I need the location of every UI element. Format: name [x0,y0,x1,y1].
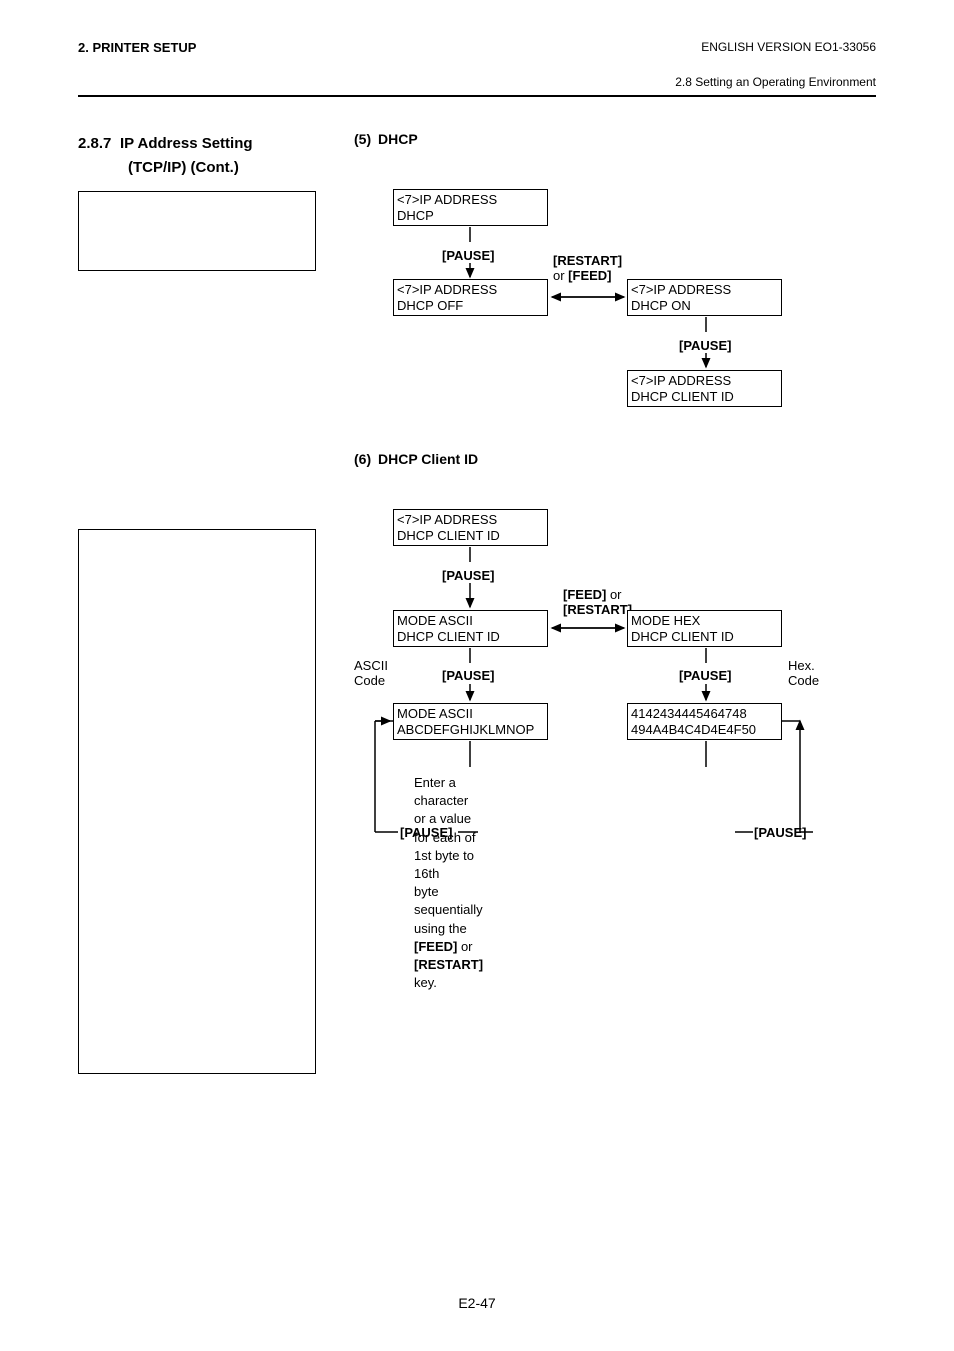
header-left: 2. PRINTER SETUP [78,40,196,55]
header-right: ENGLISH VERSION EO1-33056 [701,40,876,54]
d6-box2-l1: MODE ASCII [397,613,544,629]
d6-feed-restart: [FEED] or [RESTART] [563,587,632,617]
d6-box4: MODE ASCII ABCDEFGHIJKLMNOP [393,703,548,740]
note-box-small [78,191,316,271]
sub5-title: DHCP [378,131,418,147]
d6-box3-l1: MODE HEX [631,613,778,629]
d6-box5-l1: 4142434445464748 [631,706,778,722]
d6-box1-l1: <7>IP ADDRESS [397,512,544,528]
d5-box3-l1: <7>IP ADDRESS [631,282,778,298]
d5-box4-l2: DHCP CLIENT ID [631,389,778,405]
d5-box2: <7>IP ADDRESS DHCP OFF [393,279,548,316]
d6-pause1: [PAUSE] [442,568,494,583]
d5-box1-l1: <7>IP ADDRESS [397,192,544,208]
d5-box2-l1: <7>IP ADDRESS [397,282,544,298]
d5-box4-l1: <7>IP ADDRESS [631,373,778,389]
header-divider [78,95,876,97]
d5-box1: <7>IP ADDRESS DHCP [393,189,548,226]
d6-box5: 4142434445464748 494A4B4C4D4E4F50 [627,703,782,740]
page-number: E2-47 [458,1295,495,1311]
d5-pause2: [PAUSE] [679,338,731,353]
d6-ascii-code: ASCII Code [354,658,388,688]
d6-box2: MODE ASCII DHCP CLIENT ID [393,610,548,647]
d6-box2-l2: DHCP CLIENT ID [397,629,544,645]
d6-pause3: [PAUSE] [679,668,731,683]
d5-box3: <7>IP ADDRESS DHCP ON [627,279,782,316]
d6-box1: <7>IP ADDRESS DHCP CLIENT ID [393,509,548,546]
d6-note: Enter a character or a value for each of… [414,774,483,992]
d6-box4-l2: ABCDEFGHIJKLMNOP [397,722,544,738]
d6-box5-l2: 494A4B4C4D4E4F50 [631,722,778,738]
sub6-number: (6) [354,451,371,467]
d5-box3-l2: DHCP ON [631,298,778,314]
d6-pause5: [PAUSE] [754,825,806,840]
d6-box4-l1: MODE ASCII [397,706,544,722]
d6-box1-l2: DHCP CLIENT ID [397,528,544,544]
d5-restart-feed: [RESTART] or [FEED] [553,253,622,283]
d6-box3-l2: DHCP CLIENT ID [631,629,778,645]
d5-box4: <7>IP ADDRESS DHCP CLIENT ID [627,370,782,407]
d6-box3: MODE HEX DHCP CLIENT ID [627,610,782,647]
page-header: 2. PRINTER SETUP ENGLISH VERSION EO1-330… [78,40,876,55]
d5-box2-l2: DHCP OFF [397,298,544,314]
section-title-2: (TCP/IP) (Cont.) [128,159,239,176]
section-number: 2.8.7 [78,135,111,152]
d5-pause1: [PAUSE] [442,248,494,263]
note-box-large [78,529,316,1074]
d6-hex-code: Hex. Code [788,658,819,688]
sub5-number: (5) [354,131,371,147]
sub-header: 2.8 Setting an Operating Environment [78,75,876,89]
d6-pause4: [PAUSE] [400,825,452,840]
d6-pause2: [PAUSE] [442,668,494,683]
sub6-title: DHCP Client ID [378,451,478,467]
d5-box1-l2: DHCP [397,208,544,224]
section-title-1: IP Address Setting [120,135,253,152]
